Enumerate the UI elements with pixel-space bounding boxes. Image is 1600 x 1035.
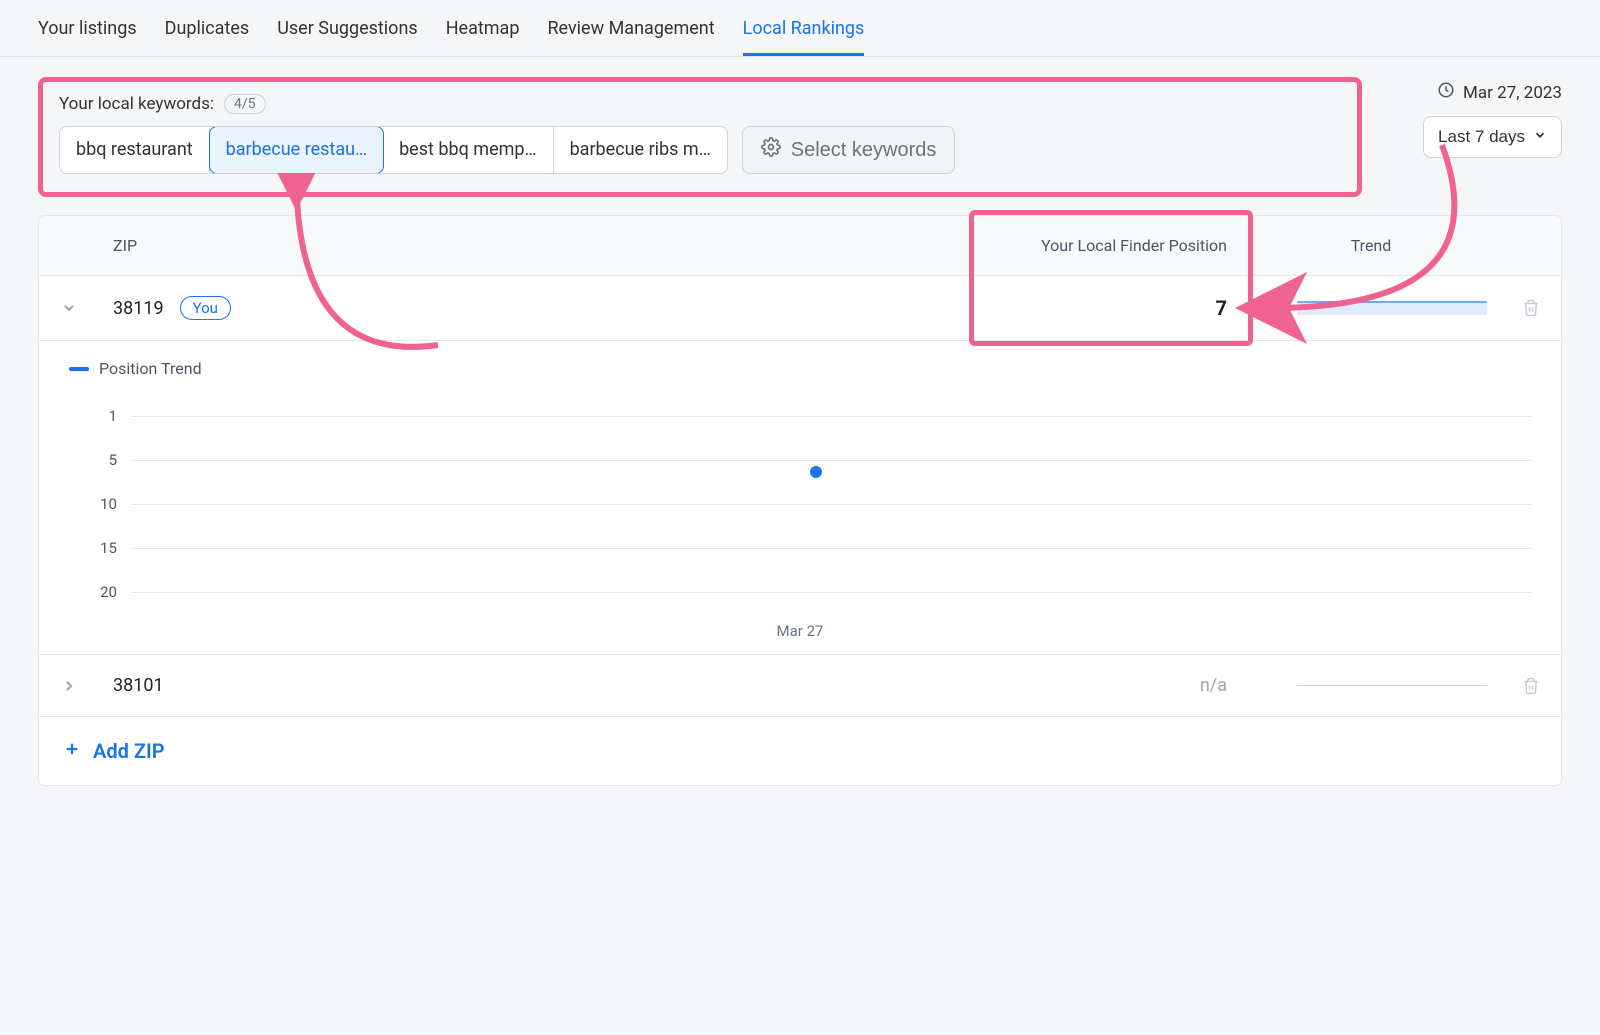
row-expand-toggle[interactable]: [39, 658, 99, 714]
plus-icon: [63, 739, 81, 763]
ytick-label: 5: [89, 451, 117, 469]
chevron-down-icon: [1533, 127, 1547, 147]
date-label: Mar 27, 2023: [1437, 81, 1562, 104]
keyword-tab-3[interactable]: barbecue ribs m…: [554, 127, 727, 173]
zip-value: 38101: [113, 675, 164, 696]
trend-sparkline-empty: [1297, 685, 1487, 686]
table-row: 38101 n/a: [38, 655, 1562, 717]
chart-data-point: [810, 466, 822, 478]
add-zip-button[interactable]: Add ZIP: [38, 717, 1562, 786]
keywords-title: Your local keywords:: [59, 94, 214, 114]
top-tabs: Your listings Duplicates User Suggestion…: [0, 0, 1600, 57]
date-range-button[interactable]: Last 7 days: [1423, 116, 1562, 158]
chart-legend: Position Trend: [69, 359, 1531, 378]
position-value: n/a: [1200, 675, 1227, 696]
date-text: Mar 27, 2023: [1463, 83, 1562, 103]
table-header: ZIP Your Local Finder Position Trend: [38, 215, 1562, 276]
clock-icon: [1437, 81, 1455, 104]
tab-duplicates[interactable]: Duplicates: [165, 0, 250, 56]
delete-row-button[interactable]: [1501, 279, 1561, 337]
tab-local-rankings[interactable]: Local Rankings: [743, 0, 865, 56]
keywords-pill-row: bbq restaurant barbecue restau… best bbq…: [59, 126, 1341, 174]
gear-icon: [761, 137, 781, 163]
xaxis-label: Mar 27: [69, 614, 1531, 644]
keywords-title-row: Your local keywords: 4/5: [59, 94, 1341, 114]
table-row: 38119 You 7: [38, 276, 1562, 341]
ytick-label: 20: [89, 583, 117, 601]
legend-label: Position Trend: [99, 359, 202, 378]
trend-cell: [1241, 665, 1501, 706]
zip-cell: 38101: [99, 655, 981, 716]
row-expand-toggle[interactable]: [39, 280, 99, 336]
keywords-count-badge: 4/5: [224, 94, 266, 114]
zip-value: 38119: [113, 298, 164, 319]
tab-heatmap[interactable]: Heatmap: [446, 0, 520, 56]
date-range-label: Last 7 days: [1438, 127, 1525, 147]
toolbar: Your local keywords: 4/5 bbq restaurant …: [0, 57, 1600, 207]
keyword-tabs: bbq restaurant barbecue restau… best bbq…: [59, 126, 728, 174]
keyword-tab-0[interactable]: bbq restaurant: [60, 127, 210, 173]
position-cell: n/a: [981, 655, 1241, 716]
select-keywords-label: Select keywords: [791, 139, 937, 162]
zip-cell: 38119 You: [99, 276, 981, 340]
chart-area: Position Trend 1 5 10 15 20 Mar 27: [38, 341, 1562, 655]
keyword-tab-2[interactable]: best bbq memp…: [383, 127, 553, 173]
trend-cell: [1241, 281, 1501, 335]
delete-row-button[interactable]: [1501, 657, 1561, 715]
ytick-label: 15: [89, 539, 117, 557]
position-value: 7: [1216, 296, 1227, 320]
right-controls: Mar 27, 2023 Last 7 days: [1382, 77, 1562, 158]
trend-sparkline: [1297, 301, 1487, 315]
select-keywords-button[interactable]: Select keywords: [742, 126, 956, 174]
legend-swatch: [69, 367, 89, 371]
th-trend: Trend: [1241, 216, 1501, 275]
ytick-label: 10: [89, 495, 117, 513]
tab-user-suggestions[interactable]: User Suggestions: [277, 0, 418, 56]
you-badge: You: [180, 296, 231, 320]
position-cell: 7: [981, 276, 1241, 340]
th-zip: ZIP: [99, 216, 981, 275]
position-trend-chart: 1 5 10 15 20: [89, 394, 1531, 614]
rankings-panel: ZIP Your Local Finder Position Trend 381…: [38, 215, 1562, 786]
ytick-label: 1: [89, 407, 117, 425]
tab-your-listings[interactable]: Your listings: [38, 0, 137, 56]
th-position: Your Local Finder Position: [981, 216, 1241, 275]
add-zip-label: Add ZIP: [93, 739, 165, 763]
tab-review-management[interactable]: Review Management: [547, 0, 714, 56]
keywords-block: Your local keywords: 4/5 bbq restaurant …: [38, 77, 1362, 197]
keyword-tab-1[interactable]: barbecue restau…: [209, 126, 384, 174]
